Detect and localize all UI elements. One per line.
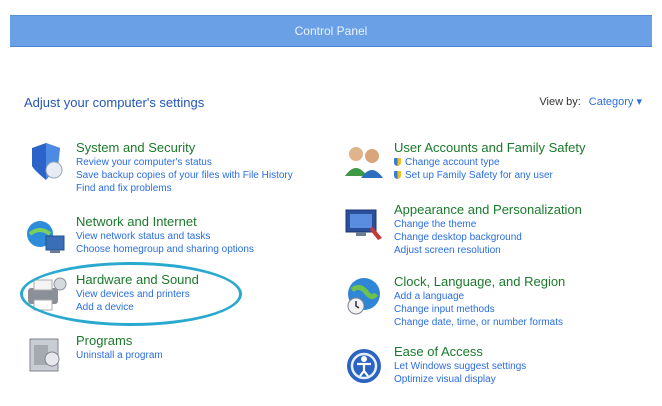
chevron-down-icon: ▾ (636, 96, 642, 108)
view-by-control: View by: Category ▾ (539, 95, 642, 109)
category-link[interactable]: Change account type (394, 157, 585, 168)
category-system-security: System and Security Review your computer… (24, 140, 293, 194)
view-by-label: View by: (539, 95, 581, 108)
category-link[interactable]: Change date, time, or number formats (394, 317, 565, 328)
category-link[interactable]: Change the theme (394, 219, 582, 230)
category-title[interactable]: Ease of Access (394, 344, 526, 359)
category-link[interactable]: View devices and printers (76, 289, 199, 300)
category-hardware-sound: Hardware and Sound View devices and prin… (24, 272, 199, 316)
printer-icon (24, 272, 68, 316)
category-link[interactable]: Set up Family Safety for any user (394, 170, 585, 181)
view-by-value: Category (588, 96, 634, 108)
category-title[interactable]: Clock, Language, and Region (394, 274, 565, 289)
category-link[interactable]: Add a language (394, 291, 565, 302)
category-link[interactable]: Save backup copies of your files with Fi… (76, 170, 293, 181)
category-title[interactable]: Network and Internet (76, 214, 254, 229)
category-programs: Programs Uninstall a program (24, 333, 163, 377)
category-title[interactable]: Appearance and Personalization (394, 202, 582, 217)
category-link[interactable]: Uninstall a program (76, 350, 163, 361)
category-ease-of-access: Ease of Access Let Windows suggest setti… (342, 344, 526, 388)
category-link[interactable]: Add a device (76, 302, 199, 313)
category-user-accounts: User Accounts and Family Safety Change a… (342, 140, 585, 184)
users-icon (342, 140, 386, 184)
category-link[interactable]: Adjust screen resolution (394, 245, 582, 256)
view-by-dropdown[interactable]: Category ▾ (589, 95, 642, 108)
category-link[interactable]: Optimize visual display (394, 374, 526, 385)
category-network-internet: Network and Internet View network status… (24, 214, 254, 258)
category-title[interactable]: Programs (76, 333, 163, 348)
clock-globe-icon (342, 274, 386, 318)
network-globe-icon (24, 214, 68, 258)
category-appearance: Appearance and Personalization Change th… (342, 202, 582, 256)
category-link[interactable]: Change desktop background (394, 232, 582, 243)
category-link[interactable]: Change input methods (394, 304, 565, 315)
shield-icon (24, 140, 68, 184)
category-clock-language-region: Clock, Language, and Region Add a langua… (342, 274, 565, 328)
category-link[interactable]: Let Windows suggest settings (394, 361, 526, 372)
window-title: Control Panel (294, 24, 368, 38)
category-link[interactable]: View network status and tasks (76, 231, 254, 242)
appearance-icon (342, 202, 386, 246)
category-title[interactable]: User Accounts and Family Safety (394, 140, 585, 155)
category-title[interactable]: System and Security (76, 140, 293, 155)
ease-of-access-icon (342, 344, 386, 388)
page-heading: Adjust your computer's settings (24, 95, 205, 110)
category-title[interactable]: Hardware and Sound (76, 272, 199, 287)
programs-icon (24, 333, 68, 377)
category-link[interactable]: Review your computer's status (76, 157, 293, 168)
category-link[interactable]: Find and fix problems (76, 183, 293, 194)
window-titlebar: Control Panel (10, 15, 652, 47)
category-link[interactable]: Choose homegroup and sharing options (76, 244, 254, 255)
